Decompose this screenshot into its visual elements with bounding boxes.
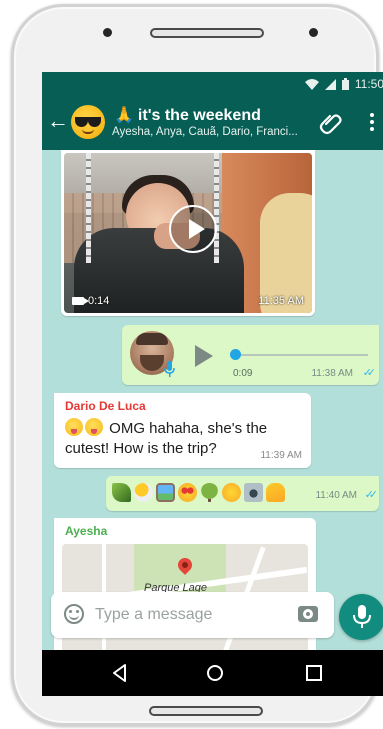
smile-mouth bbox=[82, 129, 94, 134]
zany-face-icon bbox=[65, 418, 83, 436]
message-timestamp: 11:39 AM bbox=[260, 450, 302, 461]
voice-record-button[interactable] bbox=[339, 594, 383, 640]
sensor-dot bbox=[309, 28, 318, 37]
heart-eyes-icon bbox=[178, 483, 197, 502]
voice-timestamp: 11:38 AM bbox=[311, 368, 353, 379]
folded-hands-icon: 🙏 bbox=[114, 107, 134, 124]
voice-play-icon[interactable] bbox=[195, 345, 213, 367]
video-timestamp: 11:35 AM bbox=[258, 295, 304, 307]
chat-participants[interactable]: Ayesha, Anya, Cauã, Dario, Franci... bbox=[112, 126, 312, 138]
avatar-beard bbox=[140, 355, 164, 371]
emoji-picker-icon[interactable] bbox=[64, 604, 84, 624]
group-avatar[interactable] bbox=[71, 105, 105, 139]
more-options-icon[interactable] bbox=[364, 111, 380, 133]
voice-duration: 0:09 bbox=[233, 368, 253, 379]
herb-icon bbox=[112, 483, 131, 502]
status-bar: 11:50 bbox=[42, 72, 383, 96]
chat-title[interactable]: 🙏 it's the weekend bbox=[114, 105, 261, 125]
video-camera-icon bbox=[72, 297, 89, 305]
smiling-face-icon bbox=[222, 483, 241, 502]
tree-icon bbox=[200, 483, 219, 502]
microphone-icon bbox=[353, 605, 371, 628]
squinting-tongue-face-icon bbox=[85, 418, 103, 436]
nav-back-icon[interactable] bbox=[108, 661, 132, 685]
thumbs-up-icon bbox=[266, 483, 285, 502]
framed-picture-icon bbox=[156, 483, 175, 502]
emoji-row bbox=[112, 483, 285, 502]
cell-signal-icon bbox=[324, 78, 336, 90]
video-message[interactable]: 0:14 11:35 AM bbox=[61, 150, 315, 316]
nav-recent-apps-icon[interactable] bbox=[302, 661, 326, 685]
avatar-hair bbox=[136, 333, 168, 345]
camera-with-flash-icon bbox=[244, 483, 263, 502]
bottom-speaker-slot bbox=[149, 706, 263, 716]
sunglasses-lens-right bbox=[88, 118, 101, 127]
android-nav-bar bbox=[42, 650, 383, 696]
read-ticks-icon: ✓✓ bbox=[362, 367, 377, 379]
front-camera-dot bbox=[103, 28, 112, 37]
chat-header: ← 🙏 it's the weekend Ayesha, Anya, Cauã, … bbox=[42, 96, 383, 150]
message-input-bar bbox=[51, 592, 334, 638]
thumbnail-chain-left bbox=[86, 153, 91, 263]
voice-progress-knob[interactable] bbox=[230, 349, 241, 360]
phone-frame: 11:50 ← 🙏 it's the weekend Ayesha, Anya, … bbox=[11, 4, 383, 726]
video-thumbnail[interactable]: 0:14 11:35 AM bbox=[64, 153, 312, 313]
sun-behind-cloud-icon bbox=[134, 483, 153, 502]
wifi-icon bbox=[304, 78, 319, 90]
message-input[interactable] bbox=[95, 602, 275, 628]
battery-icon bbox=[341, 78, 349, 90]
microphone-icon bbox=[164, 361, 175, 377]
thumbnail-chain-right bbox=[214, 153, 219, 263]
back-arrow-icon[interactable]: ← bbox=[46, 109, 70, 133]
video-duration: 0:14 bbox=[72, 295, 109, 307]
read-ticks-icon: ✓✓ bbox=[364, 489, 379, 501]
paperclip-icon[interactable] bbox=[318, 109, 344, 135]
sunglasses-lens-left bbox=[75, 118, 88, 127]
camera-icon[interactable] bbox=[298, 606, 318, 622]
sender-name[interactable]: Ayesha bbox=[65, 524, 107, 538]
nav-home-icon[interactable] bbox=[203, 661, 227, 685]
voice-message[interactable]: 0:09 11:38 AM ✓✓ bbox=[122, 325, 379, 385]
video-duration-text: 0:14 bbox=[88, 295, 110, 307]
video-play-button[interactable] bbox=[169, 205, 217, 253]
chat-title-text: it's the weekend bbox=[137, 107, 261, 124]
message-timestamp: 11:40 AM bbox=[315, 490, 357, 501]
screen: 11:50 ← 🙏 it's the weekend Ayesha, Anya, … bbox=[42, 72, 383, 696]
incoming-message-dario[interactable]: Dario De Luca OMG hahaha, she's the cute… bbox=[54, 393, 311, 468]
outgoing-emoji-message[interactable]: 11:40 AM ✓✓ bbox=[106, 476, 379, 511]
sender-name[interactable]: Dario De Luca bbox=[65, 399, 146, 413]
status-time: 11:50 bbox=[354, 77, 383, 91]
earpiece-speaker bbox=[150, 28, 264, 38]
voice-progress-track[interactable] bbox=[234, 354, 368, 356]
